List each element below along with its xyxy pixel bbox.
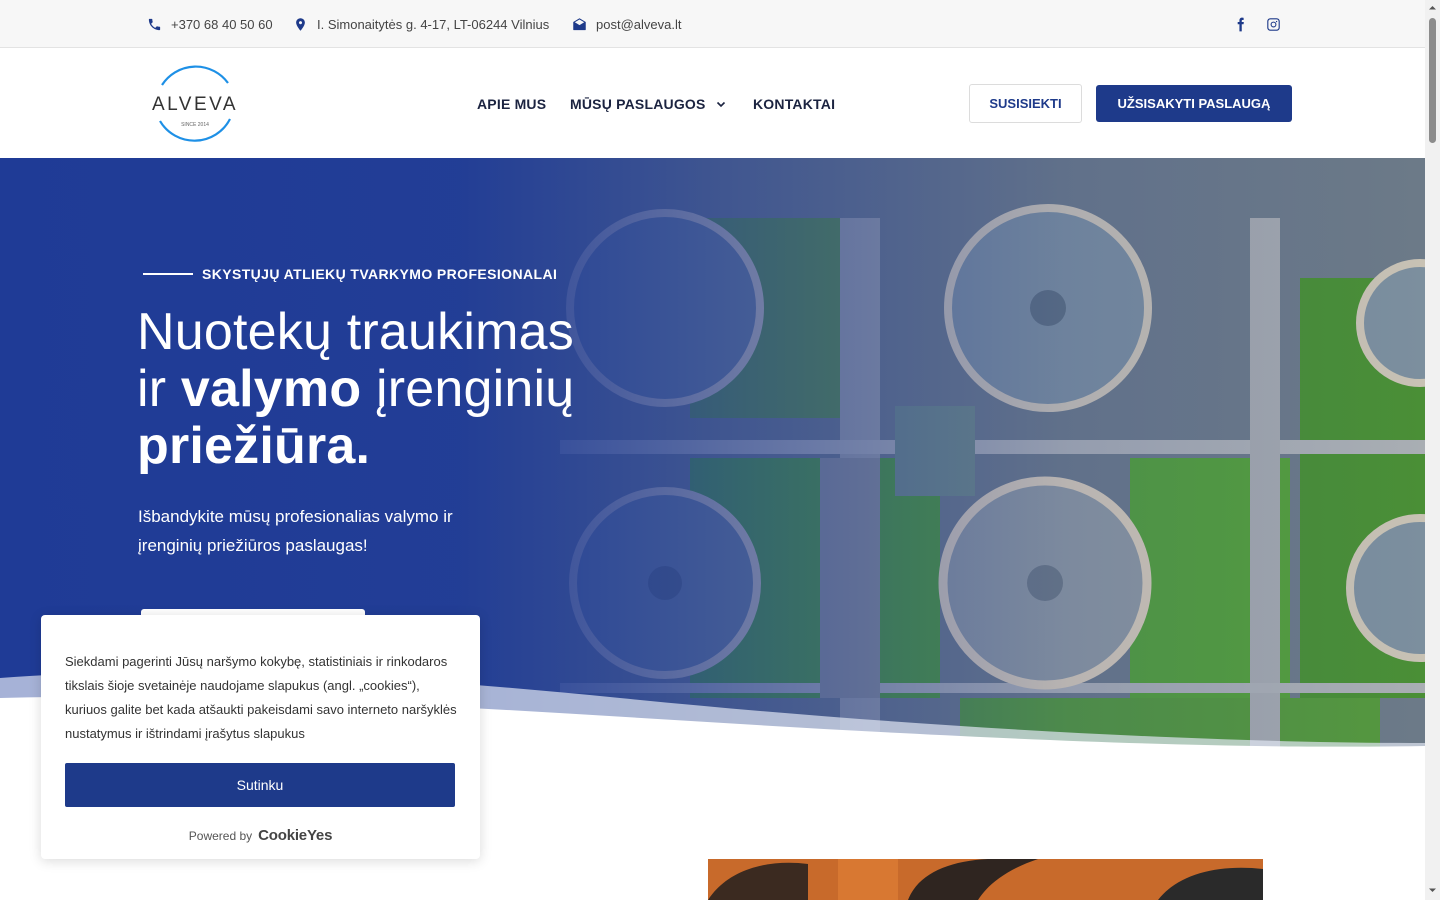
- instagram-icon: [1267, 17, 1280, 31]
- instagram-link[interactable]: [1266, 0, 1281, 48]
- address-contact: I. Simonaitytės g. 4-17, LT-06244 Vilniu…: [293, 0, 549, 48]
- page-scrollbar[interactable]: [1425, 0, 1440, 900]
- cookie-consent-banner: Siekdami pagerinti Jūsų naršymo kokybę, …: [41, 615, 480, 859]
- facebook-icon: [1237, 17, 1244, 31]
- cookie-accept-button[interactable]: Sutinku: [65, 763, 455, 807]
- site-header: ALVEVA SINCE 2014 APIE MUS MŪSŲ PASLAUGO…: [0, 49, 1425, 158]
- hero-title: Nuotekų traukimas ir valymo įrenginių pr…: [137, 304, 697, 475]
- nav-services-label: MŪSŲ PASLAUGOS: [570, 95, 706, 112]
- hero-subtitle: Išbandykite mūsų profesionalias valymo i…: [138, 507, 453, 555]
- email-icon: [573, 17, 586, 30]
- email-contact[interactable]: post@alveva.lt: [572, 0, 681, 48]
- scroll-down-arrow-icon[interactable]: [1428, 886, 1437, 895]
- chevron-down-icon: [716, 101, 725, 107]
- cookie-text: Siekdami pagerinti Jūsų naršymo kokybę, …: [65, 654, 457, 741]
- hero-title-bold-1: valymo: [180, 360, 362, 418]
- cookieyes-logo[interactable]: CookieYes: [258, 827, 332, 844]
- scroll-up-arrow-icon[interactable]: [1428, 3, 1437, 12]
- contact-button[interactable]: SUSISIEKTI: [969, 84, 1082, 123]
- cookie-powered-by: Powered by CookieYes: [41, 827, 480, 844]
- phone-contact[interactable]: +370 68 40 50 60: [147, 0, 273, 48]
- service-truck-image: [708, 859, 1263, 900]
- hero-eyebrow: SKYSTŲJŲ ATLIEKŲ TVARKYMO PROFESIONALAI: [143, 266, 557, 282]
- location-icon: [296, 17, 305, 31]
- alveva-logo[interactable]: ALVEVA SINCE 2014: [150, 61, 240, 145]
- nav-about[interactable]: APIE MUS: [477, 49, 546, 158]
- nav-services[interactable]: MŪSŲ PASLAUGOS: [570, 49, 726, 158]
- hero-title-line2-pre: ir: [137, 360, 181, 418]
- phone-text: +370 68 40 50 60: [171, 16, 273, 32]
- address-text: I. Simonaitytės g. 4-17, LT-06244 Vilniu…: [317, 16, 550, 32]
- top-bar: +370 68 40 50 60 I. Simonaitytės g. 4-17…: [0, 0, 1425, 48]
- powered-by-text: Powered by: [188, 828, 253, 843]
- nav-contacts[interactable]: KONTAKTAI: [753, 49, 835, 158]
- facebook-link[interactable]: [1233, 0, 1248, 48]
- eyebrow-text: SKYSTŲJŲ ATLIEKŲ TVARKYMO PROFESIONALAI: [202, 266, 558, 282]
- eyebrow-line: [143, 273, 193, 275]
- order-service-button[interactable]: UŽSISAKYTI PASLAUGĄ: [1096, 85, 1292, 122]
- hero-title-line2-post: įrenginių: [361, 360, 575, 418]
- hero-title-line1: Nuotekų traukimas: [137, 303, 574, 361]
- scroll-thumb[interactable]: [1429, 18, 1436, 143]
- logo-text: ALVEVA: [152, 94, 238, 115]
- hero-title-bold-2: priežiūra.: [137, 417, 371, 475]
- email-text: post@alveva.lt: [596, 16, 682, 32]
- logo-since: SINCE 2014: [181, 122, 209, 128]
- phone-icon: [148, 18, 161, 30]
